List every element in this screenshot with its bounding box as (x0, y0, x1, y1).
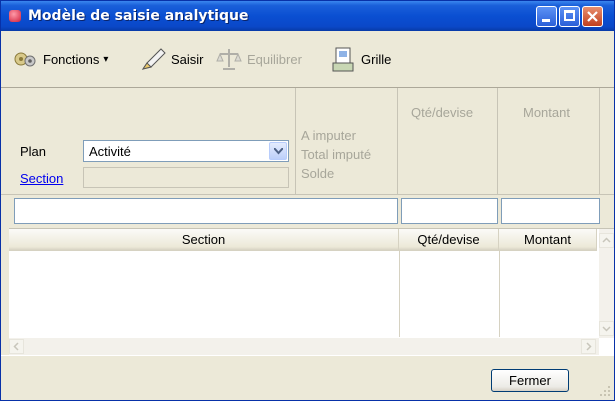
window-title: Modèle de saisie analytique (28, 8, 249, 24)
dropdown-button[interactable] (269, 142, 287, 160)
scroll-up-button[interactable] (599, 233, 614, 248)
functions-menu-button[interactable]: Fonctions ▾ (11, 31, 108, 87)
functions-label: Fonctions (43, 51, 100, 67)
form-separator (1, 194, 614, 195)
grid-column-amount[interactable]: Montant (499, 229, 597, 250)
maximize-button[interactable] (559, 6, 580, 27)
column-divider (497, 88, 498, 195)
pen-icon (139, 45, 167, 73)
chevron-down-icon: ▾ (103, 53, 109, 65)
section-link[interactable]: Section (20, 171, 63, 186)
resize-grip-icon[interactable] (599, 385, 611, 397)
grid-column-qty-currency[interactable]: Qté/devise (399, 229, 499, 250)
functions-icon (11, 45, 39, 73)
minimize-icon (542, 19, 550, 22)
grid-label: Grille (361, 51, 392, 67)
vertical-scrollbar[interactable] (599, 229, 614, 338)
qty-currency-input[interactable] (401, 198, 498, 224)
title-bar[interactable]: Modèle de saisie analytique (1, 1, 614, 31)
scroll-down-icon (602, 326, 611, 332)
scroll-down-button[interactable] (599, 321, 614, 336)
plan-label: Plan (20, 144, 47, 159)
scroll-left-button[interactable] (9, 339, 24, 354)
analytic-grid[interactable]: Section Qté/devise Montant (9, 228, 614, 356)
app-icon (9, 10, 21, 22)
close-window-button[interactable] (582, 6, 603, 27)
total-imputed-label: Total imputé (301, 147, 372, 162)
qty-currency-header: Qté/devise (411, 105, 474, 120)
grid-divider (399, 251, 400, 337)
close-icon (587, 11, 598, 22)
toolbar-separator (1, 87, 614, 88)
grid-divider (499, 251, 500, 337)
balance-button[interactable]: Equilibrer (215, 31, 302, 87)
balance-amount-label: Solde (301, 166, 335, 181)
plan-value: Activité (89, 144, 131, 159)
scroll-left-icon (13, 342, 19, 351)
section-field (83, 167, 289, 188)
dropdown-arrow-icon (274, 148, 283, 155)
window: Modèle de saisie analytique Fonctions ▾ … (0, 0, 615, 401)
balance-icon (215, 45, 243, 73)
toolbar: Fonctions ▾ Saisir Equilibrer Grille (1, 31, 614, 87)
minimize-button[interactable] (536, 6, 557, 27)
column-divider (397, 88, 398, 195)
scroll-right-icon (586, 342, 592, 351)
grid-column-section[interactable]: Section (9, 229, 399, 250)
column-divider (599, 88, 600, 195)
grid-icon (329, 45, 357, 73)
scroll-right-button[interactable] (581, 339, 596, 354)
to-impute-label: A imputer (301, 128, 356, 143)
scroll-up-icon (602, 237, 611, 243)
amount-input[interactable] (501, 198, 600, 224)
footer-separator (1, 355, 614, 356)
amount-header: Montant (523, 105, 570, 120)
grid-header: Section Qté/devise Montant (9, 229, 597, 251)
grid-button[interactable]: Grille (329, 31, 391, 87)
column-divider (295, 88, 296, 195)
enter-button[interactable]: Saisir (139, 31, 204, 87)
plan-select[interactable]: Activité (83, 140, 289, 162)
horizontal-scrollbar[interactable] (9, 338, 599, 355)
close-button[interactable]: Fermer (491, 369, 569, 392)
balance-label: Equilibrer (247, 51, 302, 67)
enter-label: Saisir (171, 51, 204, 67)
maximize-icon (564, 10, 575, 21)
section-input[interactable] (14, 198, 398, 224)
